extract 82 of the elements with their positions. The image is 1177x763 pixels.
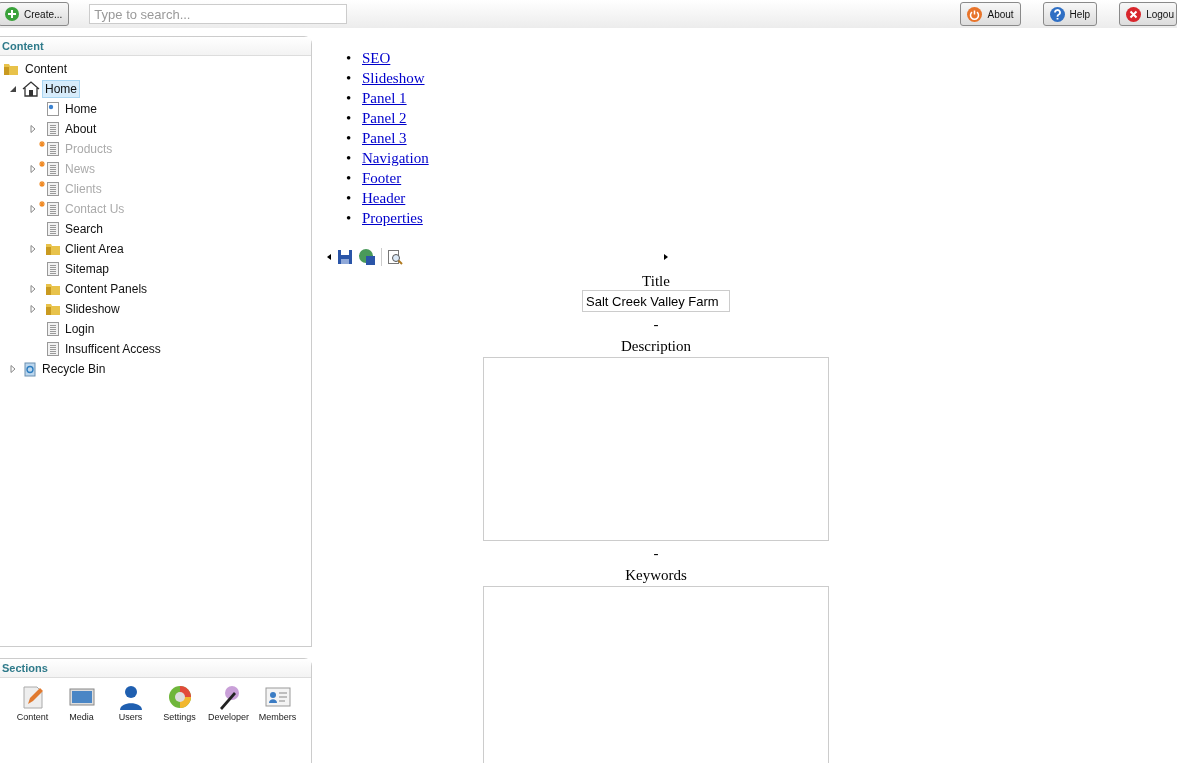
page-icon	[45, 261, 61, 277]
scroll-right-icon[interactable]	[663, 254, 668, 260]
folder-icon	[3, 61, 19, 77]
unpublished-star-icon	[39, 181, 45, 187]
house-icon	[22, 81, 40, 97]
folder-icon	[45, 281, 61, 297]
save-icon[interactable]	[337, 249, 353, 265]
page-icon	[45, 221, 61, 237]
section-label[interactable]: Developer	[208, 712, 249, 722]
page-icon	[45, 321, 61, 337]
folder-icon	[45, 301, 61, 317]
tab-link[interactable]: Properties	[362, 208, 423, 228]
tree-item[interactable]: Home	[42, 80, 80, 98]
preview-icon[interactable]	[387, 249, 403, 265]
bullet: •	[346, 149, 353, 168]
tree-item[interactable]: Home	[63, 101, 99, 117]
folder-icon	[45, 241, 61, 257]
separator-text: -	[653, 544, 659, 562]
page-icon	[45, 181, 61, 197]
page-icon	[45, 341, 61, 357]
page-icon	[45, 201, 61, 217]
tree-item[interactable]: About	[63, 121, 99, 137]
bullet: •	[346, 89, 353, 108]
close-icon	[1126, 6, 1142, 22]
panel-title: Sections	[0, 659, 311, 678]
unpublished-star-icon	[39, 161, 45, 167]
tree-item[interactable]: Insufficent Access	[63, 341, 163, 357]
tree-item[interactable]: Recycle Bin	[40, 361, 108, 377]
bullet: •	[346, 129, 353, 148]
tab-link[interactable]: Header	[362, 188, 406, 208]
plus-icon	[5, 7, 19, 21]
toolbar-button[interactable]: About	[960, 2, 1021, 26]
recycle-bin-icon	[22, 361, 38, 377]
tab-link[interactable]: Slideshow	[362, 68, 425, 88]
section-label[interactable]: Settings	[163, 712, 196, 722]
toolbar-button[interactable]: Logou	[1119, 2, 1177, 26]
members-section-icon[interactable]	[264, 684, 291, 710]
field-label: Title	[642, 272, 670, 290]
search-field[interactable]: Type to search...	[89, 4, 348, 24]
create-button[interactable]: Create...	[0, 2, 70, 26]
users-section-icon[interactable]	[117, 684, 144, 710]
tree-item[interactable]: Content Panels	[63, 281, 150, 297]
tree-item[interactable]: Search	[63, 221, 106, 237]
tree-item[interactable]: Content	[23, 61, 70, 77]
document-icon	[45, 101, 61, 117]
tab-link[interactable]: Navigation	[362, 148, 429, 168]
bullet: •	[346, 49, 353, 68]
scroll-left-icon[interactable]	[327, 254, 332, 260]
bullet: •	[346, 169, 353, 188]
title-input[interactable]: Salt Creek Valley Farm	[582, 290, 730, 312]
bullet: •	[346, 69, 353, 88]
bullet: •	[346, 189, 353, 208]
section-label[interactable]: Members	[258, 712, 297, 722]
help-icon	[1049, 6, 1065, 22]
bullet: •	[346, 109, 353, 128]
page-icon	[45, 161, 61, 177]
field-label: Description	[621, 337, 691, 355]
panel-title: Content	[0, 37, 311, 56]
toolbar-button[interactable]: Help	[1042, 2, 1098, 26]
section-label[interactable]: Media	[69, 712, 94, 722]
page-icon	[45, 141, 61, 157]
page-icon	[45, 121, 61, 137]
tree-item[interactable]: Client Area	[63, 241, 126, 257]
tab-link[interactable]: Panel 3	[362, 128, 407, 148]
unpublished-star-icon	[39, 141, 45, 147]
separator-text: -	[653, 315, 659, 333]
tree-item[interactable]: Sitemap	[63, 261, 112, 277]
tab-link[interactable]: SEO	[362, 48, 391, 68]
tree-item[interactable]: Login	[63, 321, 97, 337]
section-label[interactable]: Users	[118, 712, 143, 722]
tree-item[interactable]: Slideshow	[63, 301, 122, 317]
tab-link[interactable]: Footer	[362, 168, 402, 188]
expander-icon[interactable]	[9, 85, 17, 93]
tab-link[interactable]: Panel 2	[362, 108, 407, 128]
section-label[interactable]: Content	[16, 712, 49, 722]
bullet: •	[346, 209, 353, 228]
tab-link[interactable]: Panel 1	[362, 88, 407, 108]
save-and-publish-icon[interactable]	[358, 248, 376, 266]
unpublished-star-icon	[39, 201, 45, 207]
power-icon	[967, 6, 983, 22]
settings-section-icon[interactable]	[166, 684, 193, 710]
field-label: Keywords	[625, 566, 687, 584]
